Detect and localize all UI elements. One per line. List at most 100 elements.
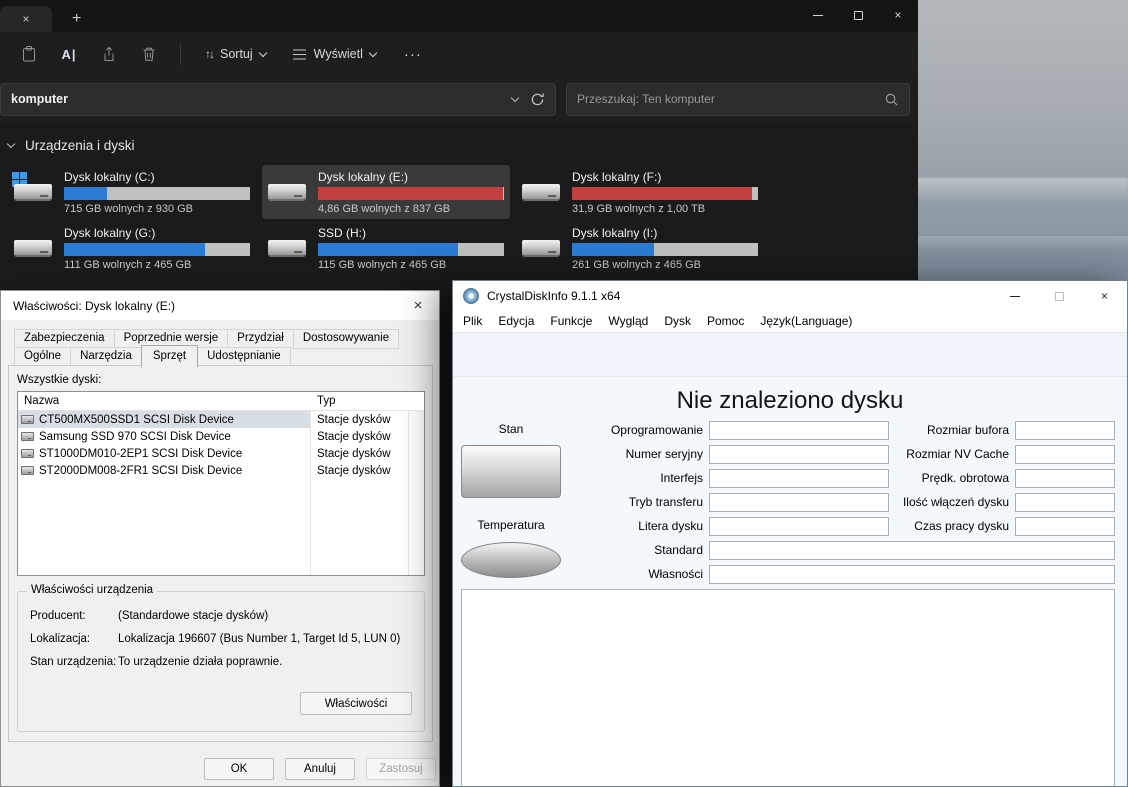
minimize-icon xyxy=(813,14,823,16)
paste-button[interactable] xyxy=(12,38,46,70)
input-interfejs[interactable] xyxy=(709,469,889,488)
drive-tile-h[interactable]: SSD (H:) 115 GB wolnych z 465 GB xyxy=(262,221,510,275)
drive-icon xyxy=(522,230,562,266)
dialog-title-bar: Właściwości: Dysk lokalny (E:) × xyxy=(1,291,439,320)
drive-name: Dysk lokalny (E:) xyxy=(318,169,409,184)
no-disk-message: Nie znaleziono dysku xyxy=(676,387,904,414)
disk-list: Nazwa Typ CT500MX500SSD1 SCSI Disk Devic… xyxy=(17,391,425,576)
explorer-tab[interactable]: × xyxy=(0,6,52,32)
cdi-body: Nie znaleziono dysku Stan Temperatura Op… xyxy=(453,333,1127,786)
input-rozmiar-bufora[interactable] xyxy=(1015,421,1115,440)
ok-button[interactable]: OK xyxy=(204,758,274,780)
dialog-title: Właściwości: Dysk lokalny (E:) xyxy=(13,298,176,313)
device-properties-group: Właściwości urządzenia Producent: (Stand… xyxy=(17,584,425,732)
menu-jezyk[interactable]: Język(Language) xyxy=(752,311,860,332)
menu-funkcje[interactable]: Funkcje xyxy=(542,311,600,332)
field-label: Prędk. obrotowa xyxy=(921,471,1009,485)
tab-przydzial[interactable]: Przydział xyxy=(227,329,294,349)
menu-pomoc[interactable]: Pomoc xyxy=(699,311,752,332)
drive-name: SSD (H:) xyxy=(318,225,366,240)
close-button[interactable]: × xyxy=(1082,281,1127,311)
device-row[interactable]: CT500MX500SSD1 SCSI Disk Device Stacje d… xyxy=(18,411,424,428)
properties-button[interactable]: Właściwości xyxy=(300,692,412,715)
device-name: ST2000DM008-2FR1 SCSI Disk Device xyxy=(39,464,243,477)
cdi-menu-bar: Plik Edycja Funkcje Wygląd Dysk Pomoc Ję… xyxy=(453,311,1127,333)
drive-usage-bar xyxy=(572,186,758,200)
minimize-button[interactable] xyxy=(798,0,838,30)
input-czas-pracy-dysku[interactable] xyxy=(1015,517,1115,536)
share-button[interactable] xyxy=(92,38,126,70)
drive-tile-c[interactable]: Dysk lokalny (C:) 715 GB wolnych z 930 G… xyxy=(8,165,256,219)
minimize-button[interactable] xyxy=(992,281,1037,311)
more-options-button[interactable]: ··· xyxy=(392,40,434,69)
tab-dostosowywanie[interactable]: Dostosowywanie xyxy=(292,329,400,349)
dialog-close-button[interactable]: × xyxy=(397,291,439,320)
tab-sprzet[interactable]: Sprzęt xyxy=(140,345,199,368)
menu-plik[interactable]: Plik xyxy=(455,311,490,332)
collapse-chevron-icon[interactable] xyxy=(6,139,16,149)
input-tryb-transferu[interactable] xyxy=(709,493,889,512)
tab-zabezpieczenia[interactable]: Zabezpieczenia xyxy=(14,329,115,349)
field-label: Litera dysku xyxy=(638,519,703,533)
input-oprogramowanie[interactable] xyxy=(709,421,889,440)
column-header-nazwa[interactable]: Nazwa xyxy=(18,392,310,410)
cdi-title-bar: CrystalDiskInfo 9.1.1 x64 × xyxy=(453,281,1127,311)
address-bar[interactable]: komputer xyxy=(0,82,556,116)
menu-edycja[interactable]: Edycja xyxy=(490,311,542,332)
view-label: Wyświetl xyxy=(313,47,363,61)
maximize-button[interactable] xyxy=(1037,281,1082,311)
drive-tile-i[interactable]: Dysk lokalny (I:) 261 GB wolnych z 465 G… xyxy=(516,221,764,275)
field-label: Numer seryjny xyxy=(625,447,703,461)
delete-button[interactable] xyxy=(132,38,166,70)
field-label: Własności xyxy=(648,567,703,581)
sort-button[interactable]: ↑↓ Sortuj xyxy=(195,41,276,67)
view-button[interactable]: Wyświetl xyxy=(282,41,386,67)
device-row[interactable]: ST1000DM010-2EP1 SCSI Disk Device Stacje… xyxy=(18,445,424,462)
drive-tile-e[interactable]: Dysk lokalny (E:) 4,86 GB wolnych z 837 … xyxy=(262,165,510,219)
field-label: Ilość włączeń dysku xyxy=(902,495,1009,509)
apply-button[interactable]: Zastosuj xyxy=(366,758,436,780)
chevron-down-icon xyxy=(368,48,378,57)
column-divider xyxy=(408,392,409,575)
smart-attribute-list[interactable] xyxy=(461,589,1115,786)
input-rozmiar-nv-cache[interactable] xyxy=(1015,445,1115,464)
input-wlasnosci[interactable] xyxy=(709,565,1115,584)
tab-close-icon[interactable]: × xyxy=(22,13,29,25)
drive-free-space: 31,9 GB wolnych z 1,00 TB xyxy=(572,202,706,215)
field-label: Tryb transferu xyxy=(628,495,703,509)
maximize-button[interactable] xyxy=(838,0,878,30)
device-row[interactable]: ST2000DM008-2FR1 SCSI Disk Device Stacje… xyxy=(18,462,424,479)
input-ilosc-wlaczen-dysku[interactable] xyxy=(1015,493,1115,512)
new-tab-button[interactable]: + xyxy=(72,11,81,27)
drive-tile-f[interactable]: Dysk lokalny (F:) 31,9 GB wolnych z 1,00… xyxy=(516,165,764,219)
menu-wyglad[interactable]: Wygląd xyxy=(600,311,656,332)
location-value: Lokalizacja 196607 (Bus Number 1, Target… xyxy=(118,633,401,645)
device-row[interactable]: Samsung SSD 970 SCSI Disk Device Stacje … xyxy=(18,428,424,445)
drive-name: Dysk lokalny (I:) xyxy=(572,225,658,240)
drive-name: Dysk lokalny (F:) xyxy=(572,169,662,184)
column-divider xyxy=(310,392,311,575)
rename-icon: A| xyxy=(61,46,77,62)
chevron-down-icon xyxy=(258,48,267,57)
address-dropdown-icon[interactable] xyxy=(510,93,520,102)
share-icon xyxy=(104,46,114,61)
device-type: Stacje dysków xyxy=(317,430,391,443)
search-box[interactable] xyxy=(566,82,910,116)
input-numer-seryjny[interactable] xyxy=(709,445,889,464)
search-icon xyxy=(885,93,898,106)
address-value: komputer xyxy=(11,92,68,106)
crystaldiskinfo-window: CrystalDiskInfo 9.1.1 x64 × Plik Edycja … xyxy=(452,280,1128,787)
input-predk-obrotowa[interactable] xyxy=(1015,469,1115,488)
refresh-icon[interactable] xyxy=(530,92,545,107)
rename-button[interactable]: A| xyxy=(52,38,86,70)
input-standard[interactable] xyxy=(709,541,1115,560)
drive-icon xyxy=(12,172,54,210)
search-input[interactable] xyxy=(577,92,884,106)
drive-tile-g[interactable]: Dysk lokalny (G:) 111 GB wolnych z 465 G… xyxy=(8,221,256,275)
column-header-typ[interactable]: Typ xyxy=(310,392,336,410)
field-label: Rozmiar bufora xyxy=(926,423,1009,437)
cancel-button[interactable]: Anuluj xyxy=(285,758,355,780)
input-litera-dysku[interactable] xyxy=(709,517,889,536)
menu-dysk[interactable]: Dysk xyxy=(656,311,699,332)
close-button[interactable]: × xyxy=(878,0,918,30)
